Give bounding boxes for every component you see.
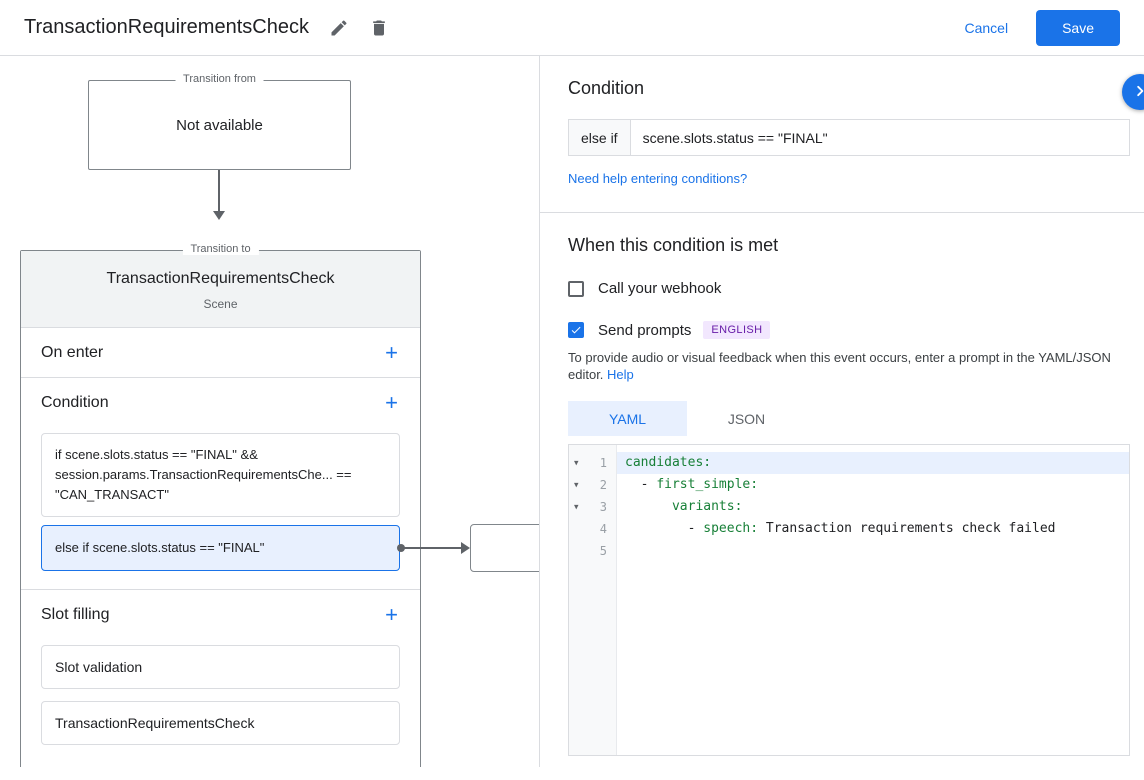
- page-title: TransactionRequirementsCheck: [24, 16, 309, 39]
- condition-section: Condition + if scene.slots.status == "FI…: [21, 378, 420, 590]
- line-number: 3: [600, 500, 607, 514]
- arrow-down-icon: [213, 211, 225, 220]
- code-line[interactable]: - speech: Transaction requirements check…: [617, 518, 1129, 540]
- code-token-key: first_simple:: [656, 477, 758, 492]
- condition-editor-section: Condition else if Need help entering con…: [540, 56, 1144, 213]
- code-token-plain: -: [625, 521, 703, 536]
- condition-section-header: Condition +: [21, 378, 420, 427]
- editor-code-area[interactable]: candidates: - first_simple: variants: - …: [617, 445, 1129, 755]
- trash-icon: [369, 18, 389, 38]
- language-badge: ENGLISH: [703, 321, 770, 339]
- add-slot-button[interactable]: +: [383, 605, 400, 624]
- scene-graph-canvas: Transition from Not available Transition…: [0, 56, 540, 767]
- code-line[interactable]: variants:: [617, 496, 1129, 518]
- webhook-label: Call your webhook: [598, 280, 721, 297]
- transition-connector-line: [218, 170, 220, 212]
- slot-filling-section: Slot filling + Slot validation Transacti…: [21, 590, 420, 745]
- code-editor[interactable]: ▾1▾2▾345 candidates: - first_simple: var…: [568, 444, 1130, 756]
- slot-item-transaction-check[interactable]: TransactionRequirementsCheck: [41, 701, 400, 745]
- gutter-row: 4: [569, 518, 616, 540]
- add-on-enter-button[interactable]: +: [383, 343, 400, 362]
- send-prompts-checkbox-row[interactable]: Send prompts ENGLISH: [568, 321, 1130, 339]
- conditions-help-link[interactable]: Need help entering conditions?: [568, 171, 747, 186]
- code-token-key: variants:: [672, 499, 742, 514]
- cancel-button[interactable]: Cancel: [958, 19, 1014, 37]
- condition-item-if[interactable]: if scene.slots.status == "FINAL" && sess…: [41, 433, 400, 517]
- transition-from-value: Not available: [89, 81, 350, 169]
- scene-name: TransactionRequirementsCheck: [31, 269, 410, 289]
- editor-tabs: YAML JSON: [568, 401, 1130, 436]
- send-prompts-label: Send prompts: [598, 322, 691, 339]
- line-number: 4: [600, 522, 607, 536]
- editor-gutter: ▾1▾2▾345: [569, 445, 617, 755]
- condition-input[interactable]: [630, 119, 1130, 156]
- condition-input-group: else if: [568, 119, 1130, 156]
- condition-help-row: Need help entering conditions?: [568, 170, 1130, 188]
- gutter-row: ▾1: [569, 452, 616, 474]
- delete-scene-button[interactable]: [363, 12, 395, 44]
- chevron-right-icon: [1129, 80, 1144, 105]
- gutter-row: ▾2: [569, 474, 616, 496]
- main-area: Transition from Not available Transition…: [0, 56, 1144, 767]
- tab-yaml[interactable]: YAML: [568, 401, 687, 436]
- transition-to-label: Transition to: [182, 243, 258, 255]
- condition-section-label: Condition: [41, 394, 109, 412]
- prompt-hint: To provide audio or visual feedback when…: [568, 349, 1130, 383]
- code-token-plain: [625, 499, 672, 514]
- tab-json[interactable]: JSON: [687, 401, 806, 436]
- code-token-key: speech:: [703, 521, 758, 536]
- pencil-icon: [329, 18, 349, 38]
- check-icon: [570, 324, 582, 336]
- fold-toggle-icon[interactable]: ▾: [574, 458, 579, 469]
- add-condition-button[interactable]: +: [383, 393, 400, 412]
- transition-from-label: Transition from: [175, 73, 264, 85]
- prompt-hint-text: To provide audio or visual feedback when…: [568, 350, 1111, 382]
- code-line[interactable]: - first_simple:: [617, 474, 1129, 496]
- webhook-checkbox-row[interactable]: Call your webhook: [568, 280, 1130, 297]
- send-prompts-checkbox[interactable]: [568, 322, 584, 338]
- scene-type: Scene: [31, 297, 410, 311]
- code-token-plain: -: [625, 477, 656, 492]
- transition-target-node[interactable]: [470, 524, 540, 572]
- app-root: TransactionRequirementsCheck Cancel Save…: [0, 0, 1144, 767]
- line-number: 1: [600, 456, 607, 470]
- on-enter-section: On enter +: [21, 328, 420, 378]
- when-met-title: When this condition is met: [568, 235, 1130, 256]
- slot-filling-label: Slot filling: [41, 606, 109, 624]
- transition-from-node[interactable]: Transition from Not available: [88, 80, 351, 170]
- gutter-row: 5: [569, 540, 616, 562]
- line-number: 5: [600, 544, 607, 558]
- when-met-section: When this condition is met Call your web…: [540, 213, 1144, 780]
- line-number: 2: [600, 478, 607, 492]
- arrow-right-icon: [461, 542, 470, 554]
- code-line[interactable]: [617, 540, 1129, 562]
- help-link[interactable]: Help: [607, 367, 634, 382]
- code-line[interactable]: candidates:: [617, 452, 1129, 474]
- condition-detail-panel: Condition else if Need help entering con…: [540, 56, 1144, 767]
- top-bar: TransactionRequirementsCheck Cancel Save: [0, 0, 1144, 56]
- slot-item-validation[interactable]: Slot validation: [41, 645, 400, 689]
- webhook-checkbox[interactable]: [568, 281, 584, 297]
- edit-title-button[interactable]: [323, 12, 355, 44]
- gutter-row: ▾3: [569, 496, 616, 518]
- code-token-plain: Transaction requirements check failed: [758, 521, 1055, 536]
- save-button[interactable]: Save: [1036, 10, 1120, 46]
- scene-card[interactable]: Transition to TransactionRequirementsChe…: [20, 250, 421, 767]
- slot-filling-section-header: Slot filling +: [21, 590, 420, 639]
- fold-toggle-icon[interactable]: ▾: [574, 480, 579, 491]
- on-enter-label: On enter: [41, 344, 103, 362]
- condition-connector-line: [404, 547, 462, 549]
- condition-prefix: else if: [568, 119, 630, 156]
- scene-card-header: TransactionRequirementsCheck Scene: [21, 251, 420, 328]
- condition-item-else-if[interactable]: else if scene.slots.status == "FINAL": [41, 525, 400, 571]
- fold-toggle-icon[interactable]: ▾: [574, 502, 579, 513]
- panel-title: Condition: [568, 78, 1130, 99]
- code-token-key: candidates:: [625, 455, 711, 470]
